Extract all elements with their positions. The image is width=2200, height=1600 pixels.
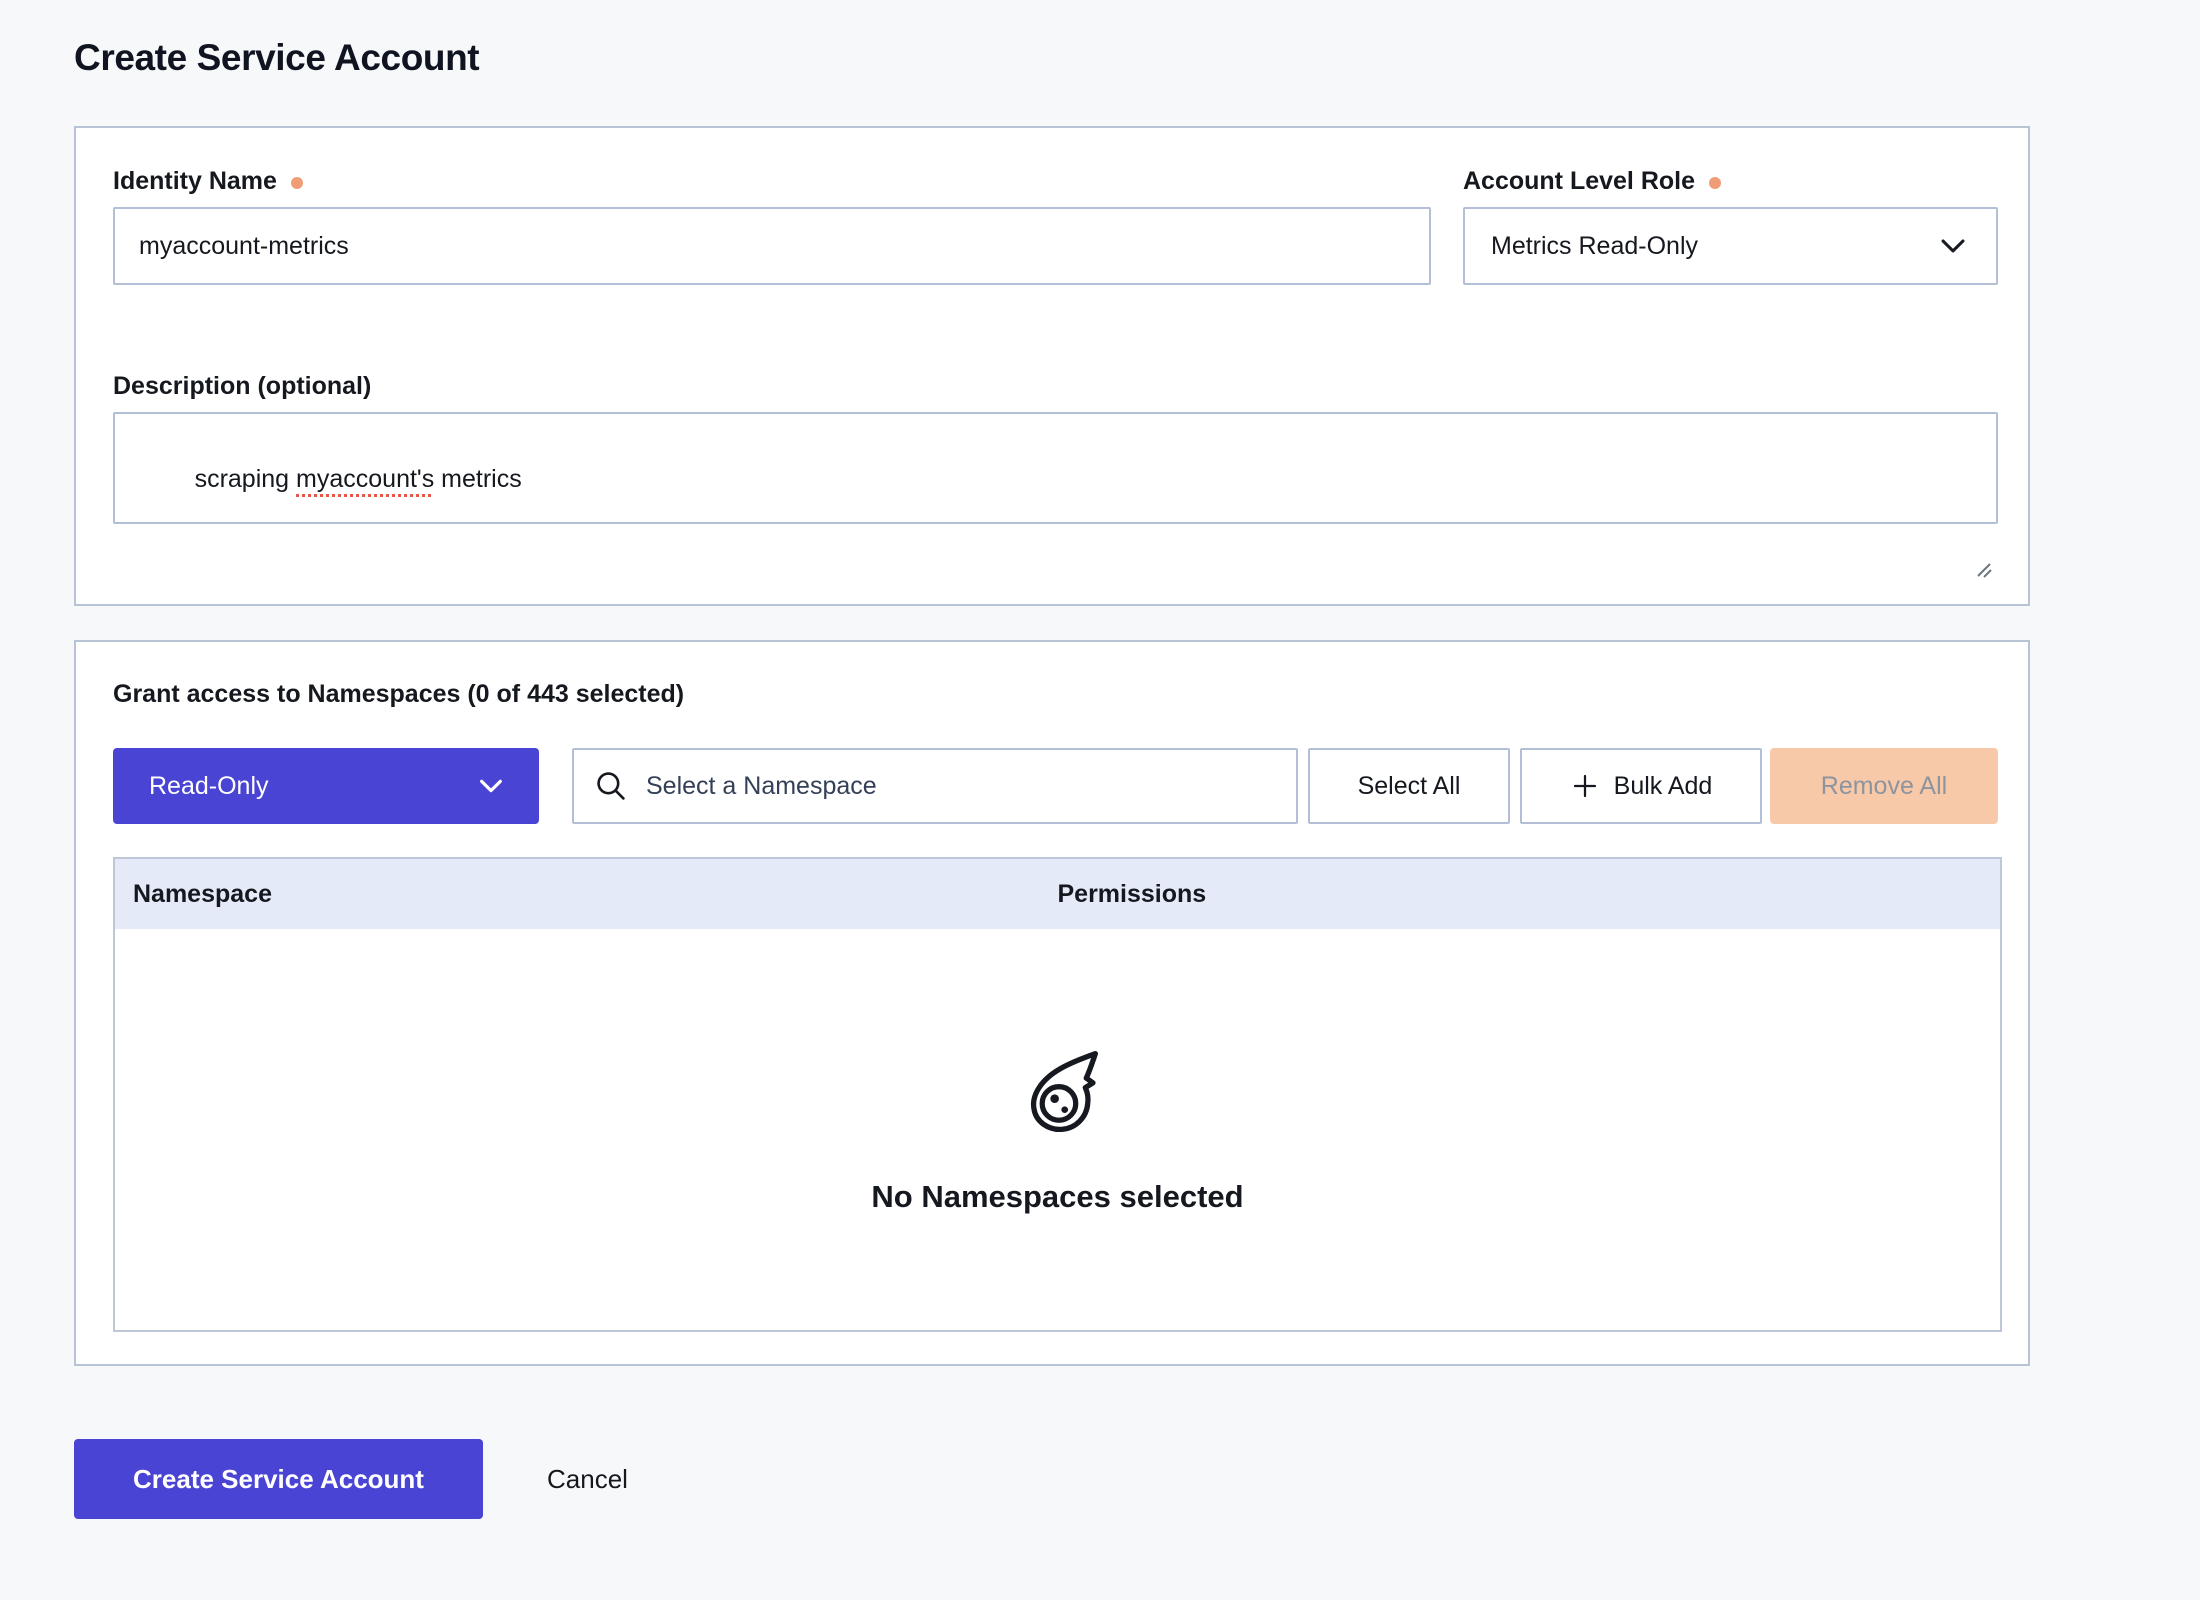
chevron-down-icon xyxy=(475,770,507,802)
meteor-icon xyxy=(1012,1045,1104,1137)
empty-state-message: No Namespaces selected xyxy=(871,1179,1243,1215)
namespaces-card: Grant access to Namespaces (0 of 443 sel… xyxy=(74,640,2030,1366)
account-level-role-value: Metrics Read-Only xyxy=(1491,232,1698,261)
remove-all-label: Remove All xyxy=(1821,772,1947,801)
textarea-resize-handle[interactable] xyxy=(1975,501,1993,519)
required-dot xyxy=(291,177,303,189)
column-header-namespace: Namespace xyxy=(115,880,1058,909)
description-text-pre: scraping xyxy=(195,465,296,493)
namespaces-heading: Grant access to Namespaces (0 of 443 sel… xyxy=(113,679,1998,709)
plus-icon xyxy=(1570,771,1600,801)
namespaces-table-header: Namespace Permissions xyxy=(115,859,2000,929)
description-text-post: metrics xyxy=(434,465,522,493)
cancel-button[interactable]: Cancel xyxy=(547,1464,628,1495)
description-textarea[interactable]: scraping myaccount's metrics xyxy=(113,412,1998,524)
identity-name-input[interactable] xyxy=(113,207,1431,285)
required-dot xyxy=(1709,177,1721,189)
account-level-role-label-text: Account Level Role xyxy=(1463,167,1695,196)
bulk-add-button[interactable]: Bulk Add xyxy=(1520,748,1762,824)
namespaces-controls-row: Read-Only Select All Bulk Add Remove All xyxy=(113,748,1998,824)
description-text-spellcheck-flagged: myaccount's xyxy=(296,465,434,493)
namespace-search-input[interactable] xyxy=(644,771,1276,802)
remove-all-button[interactable]: Remove All xyxy=(1770,748,1998,824)
select-all-button[interactable]: Select All xyxy=(1308,748,1510,824)
identity-card: Identity Name Account Level Role Metrics… xyxy=(74,126,2030,606)
create-service-account-button[interactable]: Create Service Account xyxy=(74,1439,483,1519)
permission-dropdown-value: Read-Only xyxy=(149,772,269,801)
select-all-label: Select All xyxy=(1358,772,1461,801)
namespaces-table-empty-state: No Namespaces selected xyxy=(115,929,2000,1330)
bulk-add-label: Bulk Add xyxy=(1614,772,1713,801)
namespaces-table: Namespace Permissions No Namespaces sele… xyxy=(113,857,2002,1332)
permission-dropdown[interactable]: Read-Only xyxy=(113,748,539,824)
description-label: Description (optional) xyxy=(113,372,1998,401)
column-header-permissions: Permissions xyxy=(1058,880,2001,909)
chevron-down-icon xyxy=(1936,229,1970,263)
description-field-group: Description (optional) scraping myaccoun… xyxy=(113,372,1998,524)
search-icon xyxy=(594,769,628,803)
account-level-role-field-group: Account Level Role Metrics Read-Only xyxy=(1463,167,1998,285)
page-title: Create Service Account xyxy=(74,36,2030,80)
form-actions: Create Service Account Cancel xyxy=(74,1439,2030,1519)
namespace-search-box[interactable] xyxy=(572,748,1298,824)
identity-name-label: Identity Name xyxy=(113,167,1431,196)
identity-name-label-text: Identity Name xyxy=(113,167,277,196)
identity-name-field-group: Identity Name xyxy=(113,167,1431,285)
create-service-account-page: Create Service Account Identity Name Acc… xyxy=(0,0,2200,1519)
account-level-role-select[interactable]: Metrics Read-Only xyxy=(1463,207,1998,285)
account-level-role-label: Account Level Role xyxy=(1463,167,1998,196)
